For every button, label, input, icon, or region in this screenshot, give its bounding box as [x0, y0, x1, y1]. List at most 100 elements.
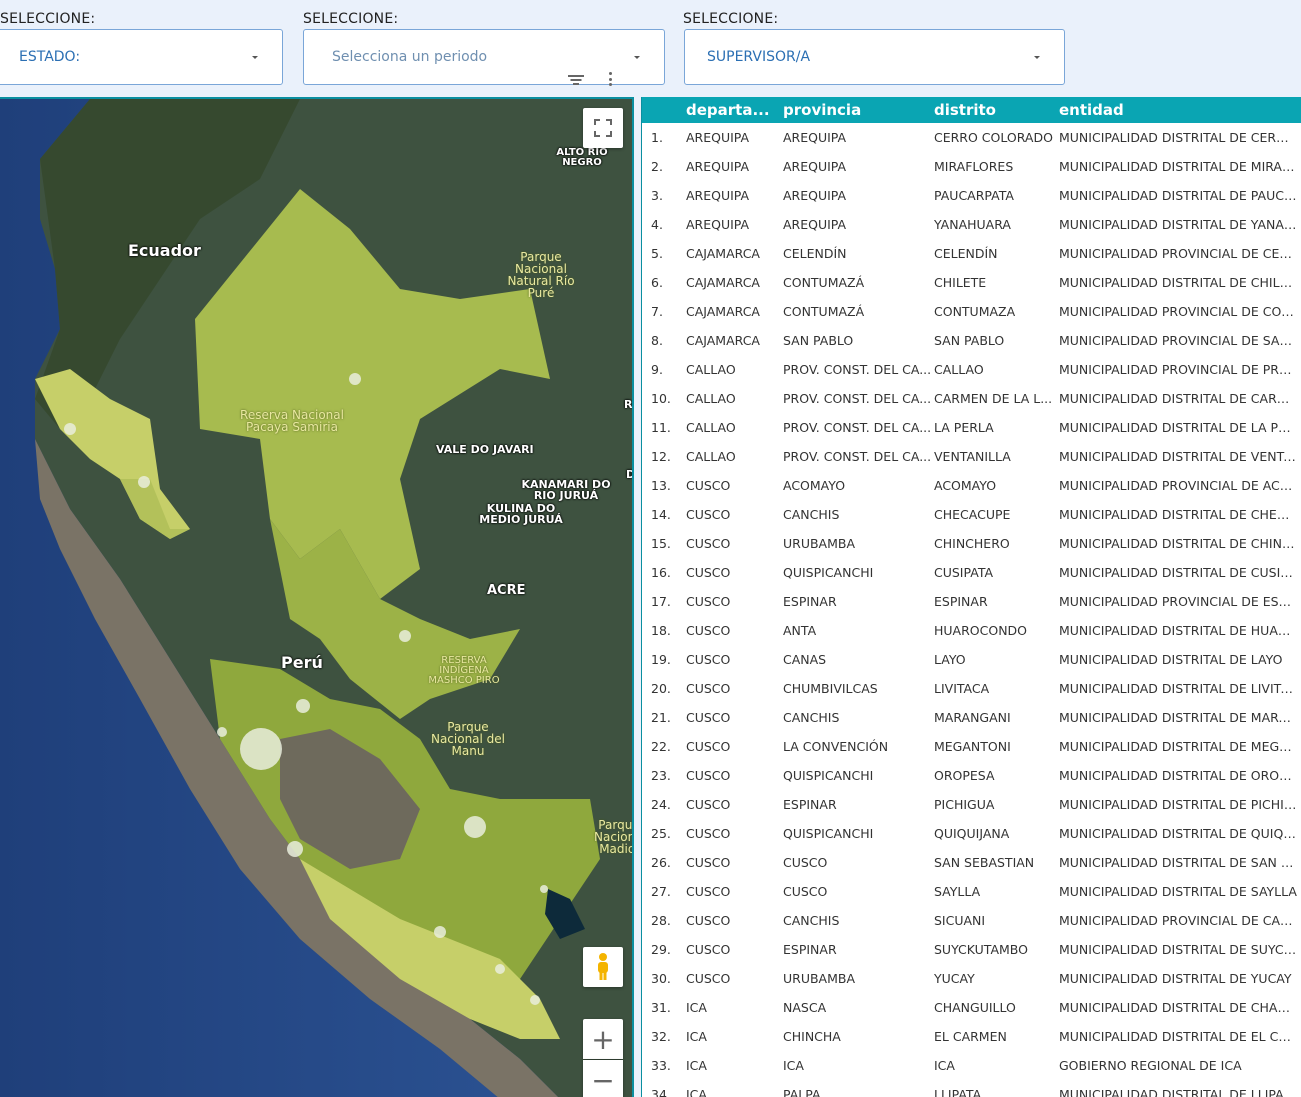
table-row[interactable]: 16. CUSCO QUISPICANCHI CUSIPATA MUNICIPALIDA… [642, 558, 1301, 587]
table-row[interactable]: 13. CUSCO ACOMAYO ACOMAYO MUNICIPALIDAD PROV… [642, 471, 1301, 500]
row-index: 15. [651, 536, 671, 551]
table-row[interactable]: 34. ICA PALPA LLIPATA MUNICIPALIDAD DISTRITA… [642, 1080, 1301, 1097]
map-marker[interactable] [240, 728, 282, 770]
table-row[interactable]: 17. CUSCO ESPINAR ESPINAR MUNICIPALIDAD PROV… [642, 587, 1301, 616]
row-index: 11. [651, 420, 671, 435]
cell-provincia: ANTA [783, 623, 817, 638]
map-marker[interactable] [349, 373, 361, 385]
table-row[interactable]: 3. AREQUIPA AREQUIPA PAUCARPATA MUNICIPALIDA… [642, 181, 1301, 210]
table-row[interactable]: 30. CUSCO URUBAMBA YUCAY MUNICIPALIDAD DISTR… [642, 964, 1301, 993]
cell-distrito: VENTANILLA [934, 449, 1011, 464]
table-row[interactable]: 9. CALLAO PROV. CONST. DEL CA... CALLAO MUNI… [642, 355, 1301, 384]
table-row[interactable]: 31. ICA NASCA CHANGUILLO MUNICIPALIDAD DISTR… [642, 993, 1301, 1022]
cell-entidad: MUNICIPALIDAD PROVINCIAL DE CANCHIS [1059, 913, 1297, 928]
header-departamento[interactable]: departa... [686, 101, 783, 119]
map-marker[interactable] [495, 964, 505, 974]
table-row[interactable]: 4. AREQUIPA AREQUIPA YANAHUARA MUNICIPALIDAD… [642, 210, 1301, 239]
table-row[interactable]: 20. CUSCO CHUMBIVILCAS LIVITACA MUNICIPALIDA… [642, 674, 1301, 703]
results-table: departa... provincia distrito entidad 1.… [641, 97, 1301, 1097]
estado-dropdown[interactable]: ESTADO: [0, 29, 283, 85]
filter-icon[interactable] [568, 73, 584, 85]
filter-label-periodo: SELECCIONE: [303, 11, 399, 27]
cell-distrito: YANAHUARA [934, 217, 1011, 232]
row-index: 21. [651, 710, 671, 725]
map-marker[interactable] [434, 926, 446, 938]
table-row[interactable]: 26. CUSCO CUSCO SAN SEBASTIAN MUNICIPALIDAD … [642, 848, 1301, 877]
map-panel[interactable]: Ecuador Perú ACRE VALE DO JAVARI KANAMAR… [0, 97, 634, 1097]
map-label-vale-do-javari: VALE DO JAVARI [436, 443, 534, 456]
cell-departamento: CUSCO [686, 768, 731, 783]
table-row[interactable]: 12. CALLAO PROV. CONST. DEL CA... VENTANILL… [642, 442, 1301, 471]
map-marker[interactable] [217, 727, 227, 737]
table-row[interactable]: 29. CUSCO ESPINAR SUYCKUTAMBO MUNICIPALIDAD … [642, 935, 1301, 964]
table-row[interactable]: 7. CAJAMARCA CONTUMAZÁ CONTUMAZA MUNICIPALID… [642, 297, 1301, 326]
table-row[interactable]: 25. CUSCO QUISPICANCHI QUIQUIJANA MUNICIPALI… [642, 819, 1301, 848]
table-row[interactable]: 8. CAJAMARCA SAN PABLO SAN PABLO MUNICIPALID… [642, 326, 1301, 355]
cell-departamento: CAJAMARCA [686, 275, 760, 290]
cell-departamento: AREQUIPA [686, 217, 750, 232]
cell-entidad: MUNICIPALIDAD PROVINCIAL DE CONTU... [1059, 304, 1297, 319]
map-marker[interactable] [464, 816, 486, 838]
cell-provincia: ESPINAR [783, 797, 837, 812]
cell-entidad: MUNICIPALIDAD DISTRITAL DE YUCAY [1059, 971, 1292, 986]
cell-distrito: LLIPATA [934, 1087, 982, 1097]
table-row[interactable]: 14. CUSCO CANCHIS CHECACUPE MUNICIPALIDAD DI… [642, 500, 1301, 529]
cell-provincia: CELENDÍN [783, 246, 847, 261]
cell-entidad: GOBIERNO REGIONAL DE ICA [1059, 1058, 1242, 1073]
more-options-icon[interactable] [608, 72, 612, 86]
header-entidad[interactable]: entidad [1059, 101, 1297, 119]
zoom-out-button[interactable]: − [583, 1060, 623, 1097]
table-row[interactable]: 19. CUSCO CANAS LAYO MUNICIPALIDAD DISTRITAL… [642, 645, 1301, 674]
cell-entidad: MUNICIPALIDAD DISTRITAL DE SUYCKUT... [1059, 942, 1297, 957]
cell-distrito: CARMEN DE LA L... [934, 391, 1053, 406]
map-canvas [0, 99, 632, 1097]
table-row[interactable]: 33. ICA ICA ICA GOBIERNO REGIONAL DE ICA [642, 1051, 1301, 1080]
map-marker[interactable] [530, 995, 540, 1005]
cell-provincia: CHUMBIVILCAS [783, 681, 878, 696]
map-marker[interactable] [138, 476, 150, 488]
cell-distrito: SICUANI [934, 913, 986, 928]
table-row[interactable]: 23. CUSCO QUISPICANCHI OROPESA MUNICIPALIDAD… [642, 761, 1301, 790]
cell-departamento: CUSCO [686, 623, 731, 638]
table-row[interactable]: 32. ICA CHINCHA EL CARMEN MUNICIPALIDAD DIST… [642, 1022, 1301, 1051]
table-row[interactable]: 22. CUSCO LA CONVENCIÓN MEGANTONI MUNICIPALI… [642, 732, 1301, 761]
map-marker[interactable] [399, 630, 411, 642]
row-index: 18. [651, 623, 671, 638]
map-marker[interactable] [540, 885, 548, 893]
supervisor-dropdown[interactable]: SUPERVISOR/A [684, 29, 1065, 85]
map-marker[interactable] [287, 841, 303, 857]
cell-entidad: MUNICIPALIDAD DISTRITAL DE QUIQUIJ... [1059, 826, 1297, 841]
fullscreen-button[interactable] [583, 108, 623, 148]
cell-provincia: SAN PABLO [783, 333, 854, 348]
cell-distrito: MEGANTONI [934, 739, 1011, 754]
table-row[interactable]: 10. CALLAO PROV. CONST. DEL CA... CARMEN DE… [642, 384, 1301, 413]
table-row[interactable]: 28. CUSCO CANCHIS SICUANI MUNICIPALIDAD PROV… [642, 906, 1301, 935]
cell-departamento: CUSCO [686, 536, 731, 551]
cell-entidad: MUNICIPALIDAD DISTRITAL DE MARANG... [1059, 710, 1297, 725]
table-row[interactable]: 21. CUSCO CANCHIS MARANGANI MUNICIPALIDAD DI… [642, 703, 1301, 732]
table-row[interactable]: 11. CALLAO PROV. CONST. DEL CA... LA PERLA M… [642, 413, 1301, 442]
map-marker[interactable] [64, 423, 76, 435]
header-provincia[interactable]: provincia [783, 101, 934, 119]
table-row[interactable]: 2. AREQUIPA AREQUIPA MIRAFLORES MUNICIPALIDA… [642, 152, 1301, 181]
header-distrito[interactable]: distrito [934, 101, 1059, 119]
table-row[interactable]: 1. AREQUIPA AREQUIPA CERRO COLORADO MUNICIPA… [642, 123, 1301, 152]
map-marker[interactable] [296, 699, 310, 713]
row-index: 12. [651, 449, 671, 464]
cell-distrito: SAYLLA [934, 884, 981, 899]
table-row[interactable]: 27. CUSCO CUSCO SAYLLA MUNICIPALIDAD DISTRIT… [642, 877, 1301, 906]
cell-provincia: ESPINAR [783, 942, 837, 957]
cell-distrito: HUAROCONDO [934, 623, 1028, 638]
table-row[interactable]: 18. CUSCO ANTA HUAROCONDO MUNICIPALIDAD DIST… [642, 616, 1301, 645]
table-row[interactable]: 5. CAJAMARCA CELENDÍN CELENDÍN MUNICIPALIDAD… [642, 239, 1301, 268]
table-row[interactable]: 15. CUSCO URUBAMBA CHINCHERO MUNICIPALIDAD D… [642, 529, 1301, 558]
row-index: 19. [651, 652, 671, 667]
street-view-button[interactable] [583, 947, 623, 987]
table-row[interactable]: 6. CAJAMARCA CONTUMAZÁ CHILETE MUNICIPALIDAD… [642, 268, 1301, 297]
zoom-in-button[interactable]: + [583, 1019, 623, 1059]
map-label-kulina: KULINA DO MEDIO JURUÁ [479, 502, 563, 526]
cell-distrito: CHECACUPE [934, 507, 1011, 522]
table-row[interactable]: 24. CUSCO ESPINAR PICHIGUA MUNICIPALIDAD DIS… [642, 790, 1301, 819]
cell-provincia: LA CONVENCIÓN [783, 739, 889, 754]
cell-departamento: CUSCO [686, 855, 731, 870]
